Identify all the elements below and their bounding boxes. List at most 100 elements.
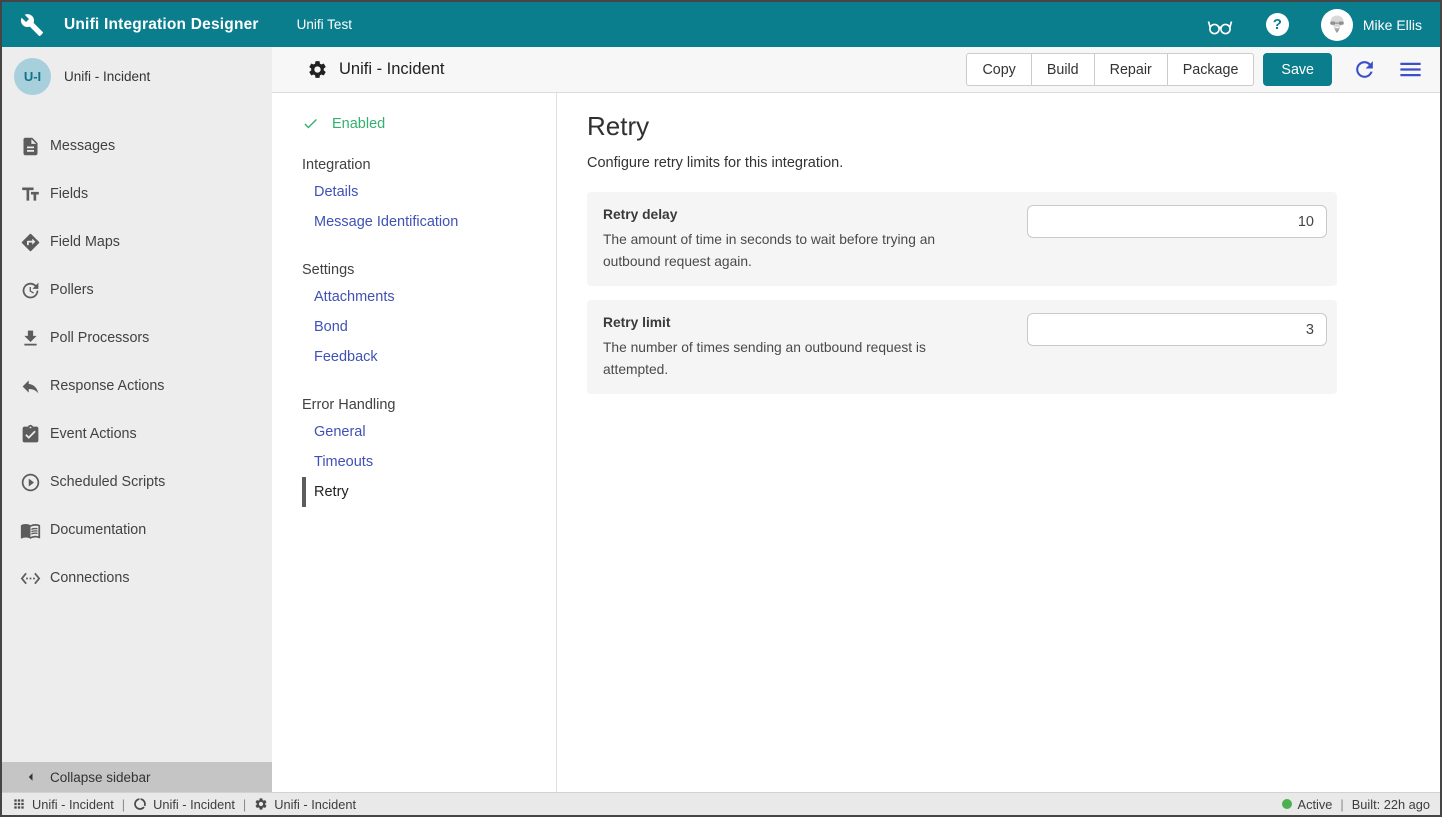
nav-section-error-handling: Error Handling General Timeouts Retry [302,397,556,507]
package-button[interactable]: Package [1167,53,1255,86]
collapse-sidebar-button[interactable]: Collapse sidebar [2,762,272,792]
sidebar-item-field-maps[interactable]: Field Maps [2,218,272,266]
hamburger-menu-icon[interactable] [1397,56,1424,83]
gear-icon [307,59,328,80]
sidebar-item-label: Field Maps [50,234,120,250]
sidebar-item-label: Response Actions [50,378,164,394]
separator: | [243,797,246,812]
sidebar-header[interactable]: U-I Unifi - Incident [2,47,272,105]
donut-icon [133,797,147,811]
retry-limit-label: Retry limit [603,315,1007,330]
nav-link-details[interactable]: Details [302,177,556,207]
status-item-settings[interactable]: Unifi - Incident [254,797,356,812]
glasses-icon[interactable] [1204,9,1236,41]
nav-link-general[interactable]: General [302,417,556,447]
enabled-label: Enabled [332,116,385,132]
sidebar-header-title: Unifi - Incident [64,69,150,84]
retry-limit-card: Retry limit The number of times sending … [587,300,1337,394]
apps-grid-icon [12,797,26,811]
repair-button[interactable]: Repair [1094,53,1168,86]
nav-section-title: Integration [302,157,556,173]
document-icon [20,136,41,157]
retry-limit-input[interactable] [1027,313,1327,346]
nav-section-settings: Settings Attachments Bond Feedback [302,262,556,372]
retry-limit-description: The number of times sending an outbound … [603,337,993,381]
sidebar-item-response-actions[interactable]: Response Actions [2,362,272,410]
retry-delay-description: The amount of time in seconds to wait be… [603,229,993,273]
refresh-icon[interactable] [1352,57,1377,82]
sidebar: U-I Unifi - Incident Messages Fields Fie… [2,47,272,792]
text-fields-icon [20,184,41,205]
sidebar-item-label: Pollers [50,282,94,298]
status-item-label: Unifi - Incident [274,797,356,812]
gear-icon [254,797,268,811]
save-button[interactable]: Save [1263,53,1332,86]
status-bar: Unifi - Incident | Unifi - Incident | Un… [2,792,1440,815]
nav-section-title: Settings [302,262,556,278]
page-title: Retry [587,111,1440,142]
help-icon[interactable]: ? [1266,13,1289,36]
user-avatar[interactable] [1321,9,1353,41]
sidebar-item-connections[interactable]: Connections [2,554,272,602]
book-icon [20,520,41,541]
nav-link-feedback[interactable]: Feedback [302,342,556,372]
nav-link-bond[interactable]: Bond [302,312,556,342]
nav-link-timeouts[interactable]: Timeouts [302,447,556,477]
status-item-label: Unifi - Incident [32,797,114,812]
history-icon [20,280,41,301]
collapse-sidebar-label: Collapse sidebar [50,770,151,785]
built-status-label: Built: 22h ago [1352,797,1430,812]
sidebar-item-poll-processors[interactable]: Poll Processors [2,314,272,362]
retry-delay-input[interactable] [1027,205,1327,238]
app-title: Unifi Integration Designer [64,16,259,34]
status-item-apps[interactable]: Unifi - Incident [12,797,114,812]
document-title: Unifi - Incident [339,60,444,79]
separator: | [1340,797,1343,812]
document-toolbar: Unifi - Incident Copy Build Repair Packa… [272,47,1440,93]
sidebar-item-scheduled-scripts[interactable]: Scheduled Scripts [2,458,272,506]
integration-avatar: U-I [14,58,51,95]
nav-section-title: Error Handling [302,397,556,413]
ethernet-icon [20,568,41,589]
sidebar-item-label: Documentation [50,522,146,538]
sidebar-item-pollers[interactable]: Pollers [2,266,272,314]
active-status-label: Active [1298,797,1333,812]
sidebar-item-label: Fields [50,186,88,202]
nav-section-integration: Integration Details Message Identificati… [302,157,556,237]
nav-link-attachments[interactable]: Attachments [302,282,556,312]
arrow-left-icon [22,768,40,786]
reply-icon [20,376,41,397]
check-icon [302,115,319,132]
page-subtitle: Configure retry limits for this integrat… [587,155,1440,171]
status-item-integration[interactable]: Unifi - Incident [133,797,235,812]
build-button[interactable]: Build [1031,53,1095,86]
nav-link-message-identification[interactable]: Message Identification [302,207,556,237]
sidebar-item-fields[interactable]: Fields [2,170,272,218]
retry-delay-card: Retry delay The amount of time in second… [587,192,1337,286]
status-item-label: Unifi - Incident [153,797,235,812]
sidebar-item-event-actions[interactable]: Event Actions [2,410,272,458]
settings-nav: Enabled Integration Details Message Iden… [272,93,557,792]
directions-icon [20,232,41,253]
download-icon [20,328,41,349]
enabled-toggle[interactable]: Enabled [302,115,556,132]
sidebar-item-label: Connections [50,570,129,586]
sidebar-item-label: Messages [50,138,115,154]
sidebar-item-label: Poll Processors [50,330,149,346]
retry-delay-label: Retry delay [603,207,1007,222]
sidebar-item-label: Event Actions [50,426,137,442]
play-circle-icon [20,472,41,493]
user-name[interactable]: Mike Ellis [1363,17,1422,33]
copy-button[interactable]: Copy [966,53,1031,86]
content-panel: Retry Configure retry limits for this in… [557,93,1440,792]
app-window: Unifi Integration Designer Unifi Test ? [0,0,1442,817]
app-bar: Unifi Integration Designer Unifi Test ? [2,2,1440,47]
clipboard-check-icon [20,424,41,445]
sidebar-menu: Messages Fields Field Maps Pollers Poll … [2,122,272,602]
nav-link-retry[interactable]: Retry [302,477,556,507]
avatar-face-icon [1322,10,1352,40]
sidebar-item-documentation[interactable]: Documentation [2,506,272,554]
app-subtitle[interactable]: Unifi Test [297,17,352,32]
sidebar-item-messages[interactable]: Messages [2,122,272,170]
active-status-dot [1282,799,1292,809]
